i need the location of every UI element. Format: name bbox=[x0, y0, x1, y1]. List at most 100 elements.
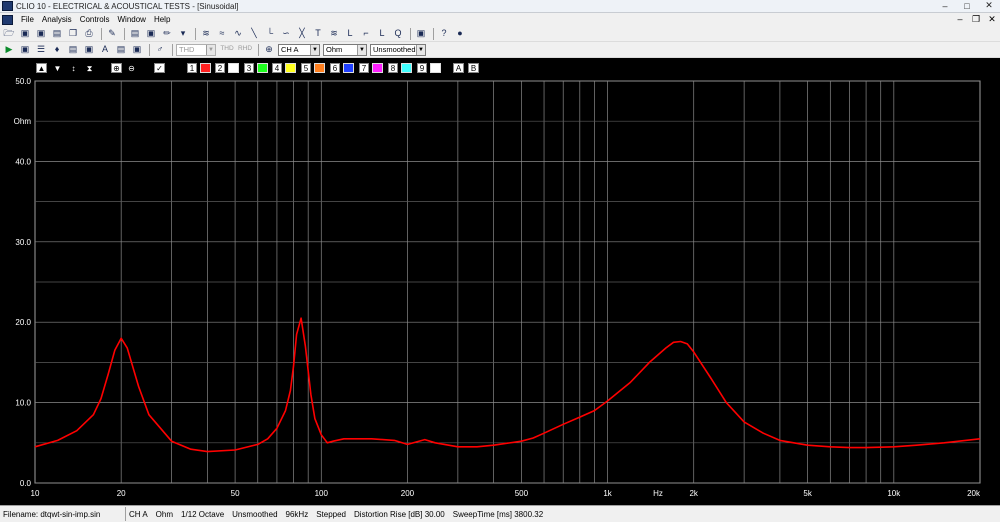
x-tick-label: 10 bbox=[31, 489, 40, 498]
x-tick-label: 20k bbox=[967, 489, 981, 498]
quality-control-icon[interactable]: ⌐ bbox=[359, 27, 373, 40]
maximize-icon[interactable]: □ bbox=[956, 0, 978, 12]
print-icon[interactable]: ⎙ bbox=[82, 27, 96, 40]
scope-icon[interactable]: ▣ bbox=[144, 27, 158, 40]
thd-dropdown[interactable]: THD ▼ bbox=[176, 43, 216, 56]
x-axis-unit-label: Hz bbox=[653, 489, 663, 498]
monitor-icon[interactable]: ▣ bbox=[414, 27, 428, 40]
leq-icon[interactable]: ≋ bbox=[327, 27, 341, 40]
mic-icon[interactable]: ♂ bbox=[153, 43, 167, 56]
channel-dropdown[interactable]: CH A ▼ bbox=[278, 43, 320, 56]
title-bar: CLIO 10 - ELECTRICAL & ACOUSTICAL TESTS … bbox=[0, 0, 1000, 13]
menu-file[interactable]: File bbox=[17, 15, 38, 24]
toolbar-separator bbox=[258, 43, 259, 56]
microphone-icon[interactable]: ♦ bbox=[50, 43, 64, 56]
notes-icon[interactable]: ✎ bbox=[105, 27, 119, 40]
export-measurement-icon[interactable]: ▣ bbox=[130, 43, 144, 56]
channel-dropdown-value: CH A bbox=[281, 45, 299, 54]
x-tick-label: 200 bbox=[401, 489, 415, 498]
y-axis-unit-label: Ohm bbox=[14, 117, 32, 126]
impedance-chart[interactable]: 0.0 10.0 20.0 30.0 40.0 50.0 Ohm 10 20 50 100 200 50… bbox=[0, 58, 1000, 505]
status-sample-rate: 96kHz bbox=[285, 509, 309, 519]
ab-icon[interactable]: A bbox=[98, 43, 112, 56]
mdi-minimize-icon[interactable]: – bbox=[952, 14, 968, 25]
smoothing-dropdown[interactable]: Unsmoothed ▼ bbox=[370, 43, 426, 56]
status-octave: 1/12 Octave bbox=[181, 509, 225, 519]
y-tick-label: 0.0 bbox=[20, 479, 32, 488]
sinusoidal-icon[interactable]: ∿ bbox=[231, 27, 245, 40]
dropdown-arrow-icon[interactable]: ▾ bbox=[176, 27, 190, 40]
waterfall-icon[interactable]: ╲ bbox=[247, 27, 261, 40]
y-tick-label: 40.0 bbox=[15, 157, 31, 166]
window-controls: – □ ✕ bbox=[934, 0, 1000, 13]
status-unit: Ohm bbox=[155, 509, 174, 519]
status-channel: CH A bbox=[129, 509, 148, 519]
save-as-icon[interactable]: ▣ bbox=[34, 27, 48, 40]
open-folder-icon[interactable]: 🗁 bbox=[2, 27, 16, 40]
thd-toggle[interactable]: THD bbox=[219, 43, 235, 56]
menu-window[interactable]: Window bbox=[113, 15, 149, 24]
toolbar-separator bbox=[410, 27, 411, 40]
chevron-down-icon: ▼ bbox=[357, 44, 366, 55]
smoothing-dropdown-value: Unsmoothed bbox=[373, 45, 416, 54]
sequence-icon[interactable]: ▣ bbox=[82, 43, 96, 56]
help-icon[interactable]: ? bbox=[437, 27, 451, 40]
y-tick-label: 10.0 bbox=[15, 399, 31, 408]
rhd-toggle[interactable]: RHD bbox=[237, 43, 253, 56]
mls-icon[interactable]: ≈ bbox=[215, 27, 229, 40]
y-tick-label: 20.0 bbox=[15, 318, 31, 327]
copy-icon[interactable]: ❐ bbox=[66, 27, 80, 40]
toolbar-separator bbox=[433, 27, 434, 40]
multimeter-icon[interactable]: ▤ bbox=[128, 27, 142, 40]
x-tick-label: 100 bbox=[315, 489, 329, 498]
mdi-restore-icon[interactable]: ❐ bbox=[968, 14, 984, 25]
chevron-down-icon: ▼ bbox=[310, 44, 319, 55]
toolbar-separator bbox=[124, 27, 125, 40]
x-tick-label: 50 bbox=[231, 489, 240, 498]
toolbar-separator bbox=[195, 27, 196, 40]
status-filename: Filename: dtqwt-sin-imp.sin bbox=[0, 507, 126, 521]
y-tick-label: 50.0 bbox=[15, 77, 31, 86]
x-tick-label: 1k bbox=[603, 489, 612, 498]
menu-controls[interactable]: Controls bbox=[76, 15, 114, 24]
export-icon[interactable]: ▤ bbox=[50, 27, 64, 40]
minimize-icon[interactable]: – bbox=[934, 0, 956, 12]
document-icon[interactable] bbox=[2, 14, 13, 25]
fft-icon[interactable]: ≋ bbox=[199, 27, 213, 40]
app-icon bbox=[2, 1, 13, 11]
wow-flutter-icon[interactable]: ╳ bbox=[295, 27, 309, 40]
ts-parameters-icon[interactable]: T bbox=[311, 27, 325, 40]
unit-dropdown[interactable]: Ohm ▼ bbox=[323, 43, 367, 56]
play-icon[interactable]: ▶ bbox=[2, 43, 16, 56]
about-icon[interactable]: ● bbox=[453, 27, 467, 40]
menu-help[interactable]: Help bbox=[150, 15, 174, 24]
lr-icon[interactable]: L bbox=[375, 27, 389, 40]
eraser-icon[interactable]: ✏ bbox=[160, 27, 174, 40]
qc-icon[interactable]: Q bbox=[391, 27, 405, 40]
zoom-icon[interactable]: ▤ bbox=[114, 43, 128, 56]
toolbar-separator bbox=[149, 43, 150, 56]
close-icon[interactable]: ✕ bbox=[978, 0, 1000, 12]
status-bar: Filename: dtqwt-sin-imp.sin CH A Ohm 1/1… bbox=[0, 505, 1000, 522]
unit-dropdown-value: Ohm bbox=[326, 45, 343, 54]
settings-icon[interactable]: ☰ bbox=[34, 43, 48, 56]
acoustics-icon[interactable]: L bbox=[343, 27, 357, 40]
y-tick-label: 30.0 bbox=[15, 238, 31, 247]
graph-window: ▲ ▼ ↕ ⧗ ⊕ ⊖ ✓ 1 2 3 4 5 6 7 8 9 A B 0.0 … bbox=[0, 58, 1000, 505]
x-tick-label: 2k bbox=[689, 489, 698, 498]
status-sweep: SweepTime [ms] 3800.32 bbox=[452, 509, 544, 519]
sweep-icon[interactable]: ∽ bbox=[279, 27, 293, 40]
menu-analysis[interactable]: Analysis bbox=[38, 15, 76, 24]
toolbar-separator bbox=[101, 27, 102, 40]
toolbar-separator bbox=[172, 43, 173, 56]
chevron-down-icon: ▼ bbox=[416, 44, 425, 55]
menu-bar: File Analysis Controls Window Help – ❐ ✕ bbox=[0, 13, 1000, 26]
save-icon[interactable]: ▣ bbox=[18, 27, 32, 40]
decay-icon[interactable]: └ bbox=[263, 27, 277, 40]
mdi-close-icon[interactable]: ✕ bbox=[984, 14, 1000, 25]
sensitivity-icon[interactable]: ▤ bbox=[66, 43, 80, 56]
cursor-icon[interactable]: ⊕ bbox=[262, 43, 276, 56]
save-measurement-icon[interactable]: ▣ bbox=[18, 43, 32, 56]
mdi-controls: – ❐ ✕ bbox=[952, 14, 1000, 25]
clio-app-window: CLIO 10 - ELECTRICAL & ACOUSTICAL TESTS … bbox=[0, 0, 1000, 522]
